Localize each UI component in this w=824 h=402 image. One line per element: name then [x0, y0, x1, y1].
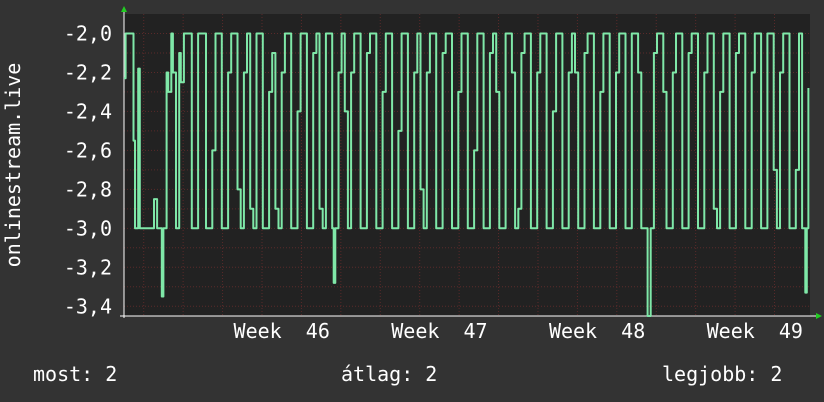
- x-tick-label: Week 49: [707, 319, 803, 343]
- y-tick-label: -2,4: [64, 99, 112, 123]
- y-tick-label: -2,0: [64, 21, 112, 45]
- y-tick-label: -2,2: [64, 60, 112, 84]
- x-axis-arrow-icon: [816, 313, 822, 319]
- line-chart: -2,0 -2,2 -2,4 -2,6 -2,8 -3,0 -3,2 -3,4 Week 46…: [1, 6, 822, 343]
- x-tick-label: Week 46: [234, 319, 330, 343]
- x-tick-label: Week 47: [391, 319, 487, 343]
- y-tick-label: -3,2: [64, 255, 112, 279]
- y-tick-label: -3,0: [64, 216, 112, 240]
- x-tick-labels: Week 46 Week 47 Week 48 Week 49: [234, 319, 803, 343]
- y-axis-arrow-icon: [121, 6, 127, 12]
- y-tick-label: -2,6: [64, 138, 112, 162]
- stat-average: átlag: 2: [341, 362, 438, 386]
- y-tick-label: -2,8: [64, 177, 112, 201]
- stat-current: most: 2: [33, 362, 118, 386]
- x-tick-label: Week 48: [549, 319, 645, 343]
- y-tick-label: -3,4: [64, 294, 112, 318]
- y-axis-label: onlinestream.live: [1, 63, 25, 268]
- y-tick-labels: -2,0 -2,2 -2,4 -2,6 -2,8 -3,0 -3,2 -3,4: [64, 21, 112, 318]
- chart-stage: -2,0 -2,2 -2,4 -2,6 -2,8 -3,0 -3,2 -3,4 Week 46…: [0, 0, 824, 402]
- stat-best: legjobb: 2: [662, 362, 783, 386]
